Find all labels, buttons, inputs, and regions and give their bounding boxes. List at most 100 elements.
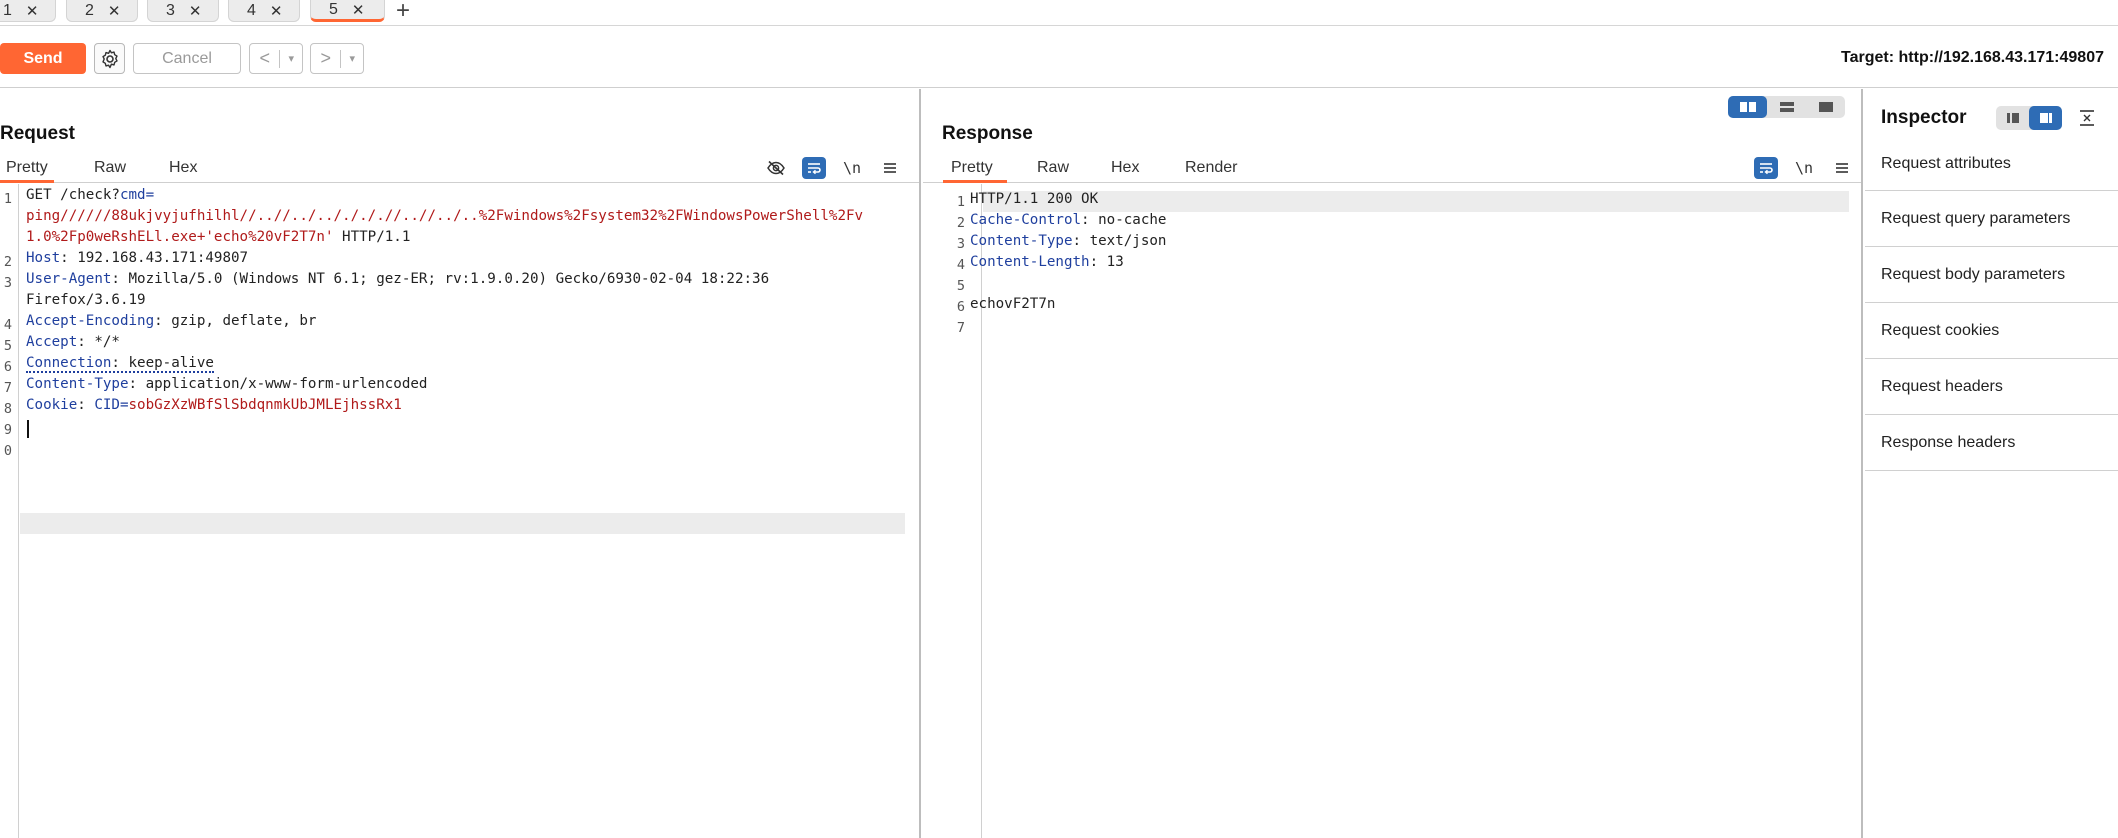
line-number: 9 [3,422,12,438]
tab-5[interactable]: 5 ✕ [310,0,385,22]
header-content-type: Content-Type: text/json [970,233,1167,249]
gear-icon [101,49,118,68]
settings-button[interactable] [94,43,125,74]
close-icon[interactable]: ✕ [108,2,121,20]
inspector-layout-toggle [1996,106,2062,130]
wrap-lines-icon[interactable] [802,157,826,179]
tab-hex[interactable]: Hex [1105,159,1145,183]
chevron-down-icon[interactable]: ▾ [341,52,363,65]
tab-3[interactable]: 3 ✕ [147,0,219,22]
line-number: 2 [956,215,965,231]
layout-side-by-side-icon[interactable] [1728,96,1767,118]
tab-2[interactable]: 2 ✕ [66,0,138,22]
layout-stacked-icon[interactable] [1767,96,1806,118]
show-newlines-icon[interactable]: \n [1792,157,1816,179]
collapse-icon[interactable] [2075,106,2099,130]
line-number: 3 [956,236,965,252]
line-number: 7 [3,380,12,396]
tab-4[interactable]: 4 ✕ [228,0,300,22]
cancel-button[interactable]: Cancel [133,43,241,74]
menu-icon[interactable] [878,157,902,179]
request-line: GET /check?cmd= [26,187,155,203]
header-accept: Accept: */* [26,334,120,350]
inspector-item-request-headers[interactable]: Request headers [1865,359,2118,415]
line-number: 5 [3,338,12,354]
close-icon[interactable]: ✕ [352,1,365,19]
header-cache-control: Cache-Control: no-cache [970,212,1167,228]
inspector-item-request-query-parameters[interactable]: Request query parameters [1865,191,2118,247]
line-number: 3 [3,275,12,291]
tab-render[interactable]: Render [1179,159,1243,183]
line-number: 0 [3,443,12,459]
hide-icon[interactable] [764,157,788,179]
inspector-item-request-attributes[interactable]: Request attributes [1865,147,2118,191]
text-caret [27,420,29,438]
header-content-length: Content-Length: 13 [970,254,1124,270]
close-icon[interactable]: ✕ [26,2,39,20]
response-body: echovF2T7n [970,296,1056,312]
current-line-highlight [983,191,1849,212]
line-number: 8 [3,401,12,417]
line-number: 4 [956,257,965,273]
tab-label: 1 [3,1,12,19]
line-number: 5 [956,278,965,294]
line-number: 4 [3,317,12,333]
response-pane: Response Pretty Raw Hex Render \n 1 2 3 … [923,89,1863,838]
line-number: 7 [956,320,965,336]
chevron-left-icon: < [259,48,270,68]
request-title: Request [0,123,75,144]
header-cookie: Cookie: CID=sobGzXzWBfSlSbdqnmkUbJMLEjhs… [26,397,402,413]
header-host: Host: 192.168.43.171:49807 [26,250,249,266]
response-title: Response [942,123,1033,144]
request-pane: Request Pretty Raw Hex \n 1 2 3 4 5 6 7 [0,89,921,838]
line-number: 2 [3,254,12,270]
inspector-list: Request attributes Request query paramet… [1865,147,2118,471]
inspector-panel: Inspector Request attributes Request que… [1865,89,2118,838]
header-user-agent-wrap: Firefox/3.6.19 [26,292,146,308]
current-line-highlight [20,513,905,534]
tab-label: 4 [247,1,256,19]
header-connection: Connection: keep-alive [26,355,214,373]
inspector-item-request-cookies[interactable]: Request cookies [1865,303,2118,359]
inspector-item-response-headers[interactable]: Response headers [1865,415,2118,471]
show-newlines-icon[interactable]: \n [840,157,864,179]
request-editor-tools: \n [750,155,902,181]
chevron-down-icon[interactable]: ▾ [280,52,302,65]
forward-button[interactable]: > ▾ [310,43,364,74]
target-url[interactable]: Target: http://192.168.43.171:49807 [1841,49,2104,67]
tab-raw[interactable]: Raw [1031,159,1075,183]
send-button[interactable]: Send [0,43,86,74]
status-line: HTTP/1.1 200 OK [970,191,1099,207]
line-number: 1 [3,191,12,207]
line-number: 1 [956,194,965,210]
layout-tabs-icon[interactable] [1806,96,1845,118]
inspector-item-request-body-parameters[interactable]: Request body parameters [1865,247,2118,303]
inspector-title: Inspector [1881,107,1967,128]
request-view-tabs: Pretty Raw Hex \n [0,155,919,183]
chevron-right-icon: > [320,48,331,68]
line-number: 6 [956,299,965,315]
request-line-wrap: 1.0%2Fp0weRshELl.exe+'echo%20vF2T7n' HTT… [26,229,411,245]
wrap-lines-icon[interactable] [1754,157,1778,179]
tab-raw[interactable]: Raw [88,159,132,183]
header-user-agent: User-Agent: Mozilla/5.0 (Windows NT 6.1;… [26,271,770,287]
tab-hex[interactable]: Hex [163,159,203,183]
request-editor[interactable]: 1 2 3 4 5 6 7 8 9 0 GET /check?cmd= ping… [0,184,919,838]
line-gutter: 1 2 3 4 5 6 7 [943,184,982,838]
close-icon[interactable]: ✕ [189,2,202,20]
response-editor[interactable]: 1 2 3 4 5 6 7 HTTP/1.1 200 OK Cache-Cont… [923,184,1861,838]
tab-label: 5 [329,0,338,18]
back-button[interactable]: < ▾ [249,43,303,74]
toolbar: Send Cancel < ▾ > ▾ Target: http://192.1… [0,26,2118,88]
tab-pretty[interactable]: Pretty [943,159,1007,183]
menu-icon[interactable] [1830,157,1854,179]
tab-label: 2 [85,1,94,19]
tab-1[interactable]: 1 ✕ [0,0,56,22]
inspector-list-icon[interactable] [1996,106,2029,130]
inspector-panel-icon[interactable] [2029,106,2062,130]
new-tab-button[interactable]: + [396,0,410,25]
tab-pretty[interactable]: Pretty [0,159,54,183]
response-view-tabs: Pretty Raw Hex Render \n [923,155,1861,183]
tab-strip: 1 ✕ 2 ✕ 3 ✕ 4 ✕ 5 ✕ + [0,0,2118,26]
close-icon[interactable]: ✕ [270,2,283,20]
